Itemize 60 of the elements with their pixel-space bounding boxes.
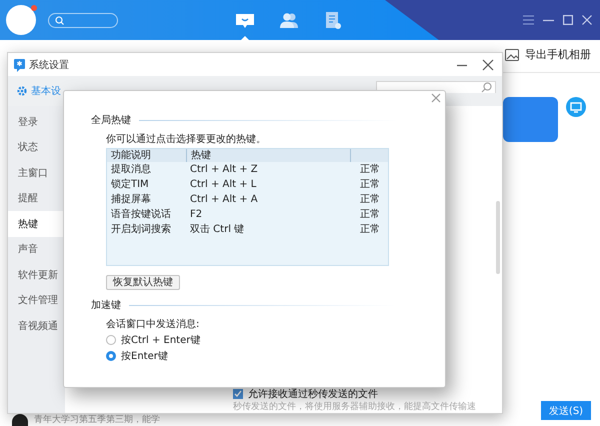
table-cell-text: 正常: [359, 192, 381, 207]
column-header: 功能说明: [110, 149, 152, 162]
chat-preview: 青年大学习第五季第三期，能学: [34, 414, 160, 426]
table-cell-text: 捕捉屏幕: [110, 192, 152, 207]
option-note: 秒传发送的文件，将使用服务器辅助接收，能提高文件传输速: [233, 402, 477, 412]
document-icon: [323, 11, 343, 29]
checkbox[interactable]: [233, 389, 243, 399]
table-cell-text: Ctrl + Alt + Z: [189, 163, 259, 177]
search-icon: [481, 82, 492, 93]
section-title: 加速键: [91, 298, 121, 312]
radio-option[interactable]: 按Enter键: [106, 349, 168, 363]
window-title: 系统设置: [29, 58, 70, 72]
notification-dot: [31, 5, 37, 11]
section-title: 全局热键: [91, 114, 131, 127]
restore-button[interactable]: 恢复默认热键: [106, 275, 180, 290]
maximize-icon[interactable]: [563, 15, 573, 25]
picture-icon: [505, 48, 519, 60]
table-cell-text: 正常: [359, 208, 381, 222]
table-cell-text: 正常: [359, 222, 381, 237]
hint-text: 你可以通过点击选择要更改的热键。: [106, 133, 267, 146]
hint-text: 会话窗口中发送消息:: [106, 318, 200, 331]
avatar: [12, 414, 28, 426]
sidebar-item[interactable]: 状态: [8, 134, 65, 160]
sidebar-item[interactable]: 声音: [8, 236, 65, 262]
table-cell-text: F2: [189, 208, 204, 222]
radio-button[interactable]: [106, 335, 116, 345]
sidebar-item[interactable]: 软件更新: [8, 262, 65, 288]
table-cell-text: 开启划词搜索: [110, 222, 172, 237]
send-button[interactable]: 发送(S): [541, 401, 591, 420]
message-bubble: [503, 97, 558, 142]
app-logo-icon: [13, 58, 26, 72]
column-header: 热键: [186, 149, 350, 162]
table-cell-text: 双击 Ctrl 键: [189, 222, 246, 237]
scrollbar[interactable]: [496, 201, 500, 274]
sidebar-item[interactable]: 热键: [8, 211, 65, 236]
table-cell-text: 提取消息: [110, 162, 152, 177]
contacts-icon: [279, 11, 299, 29]
avatar[interactable]: [6, 5, 36, 35]
table-cell-text: 语音按键说话: [110, 208, 172, 222]
menu-icon[interactable]: [523, 15, 534, 25]
sidebar-item[interactable]: 主窗口: [8, 160, 65, 186]
table-cell-text: 锁定TIM: [110, 178, 150, 192]
sidebar-item[interactable]: 登录: [8, 109, 65, 134]
monitor-icon[interactable]: [566, 97, 586, 117]
table-cell-text: Ctrl + Alt + L: [189, 178, 258, 192]
option-label: 允许接收通过秒传发送的文件: [248, 388, 378, 401]
table-cell-text: Ctrl + Alt + A: [189, 193, 259, 207]
table-cell-text: 正常: [359, 162, 381, 177]
option-row[interactable]: 允许接收通过秒传发送的文件: [233, 387, 502, 401]
radio-option[interactable]: 按Ctrl + Enter键: [106, 333, 200, 347]
chat-bubble-icon: [235, 11, 255, 29]
table-cell-text: 正常: [359, 178, 381, 192]
export-photos-button[interactable]: 导出手机相册: [505, 47, 591, 62]
sidebar-item[interactable]: 音视频通: [8, 313, 65, 338]
close-icon[interactable]: [482, 58, 494, 70]
sidebar-item[interactable]: 提醒: [8, 186, 65, 211]
search-icon: [55, 16, 64, 24]
gear-icon: [16, 85, 28, 97]
sidebar-item[interactable]: 文件管理: [8, 288, 65, 313]
radio-button[interactable]: [106, 351, 116, 361]
